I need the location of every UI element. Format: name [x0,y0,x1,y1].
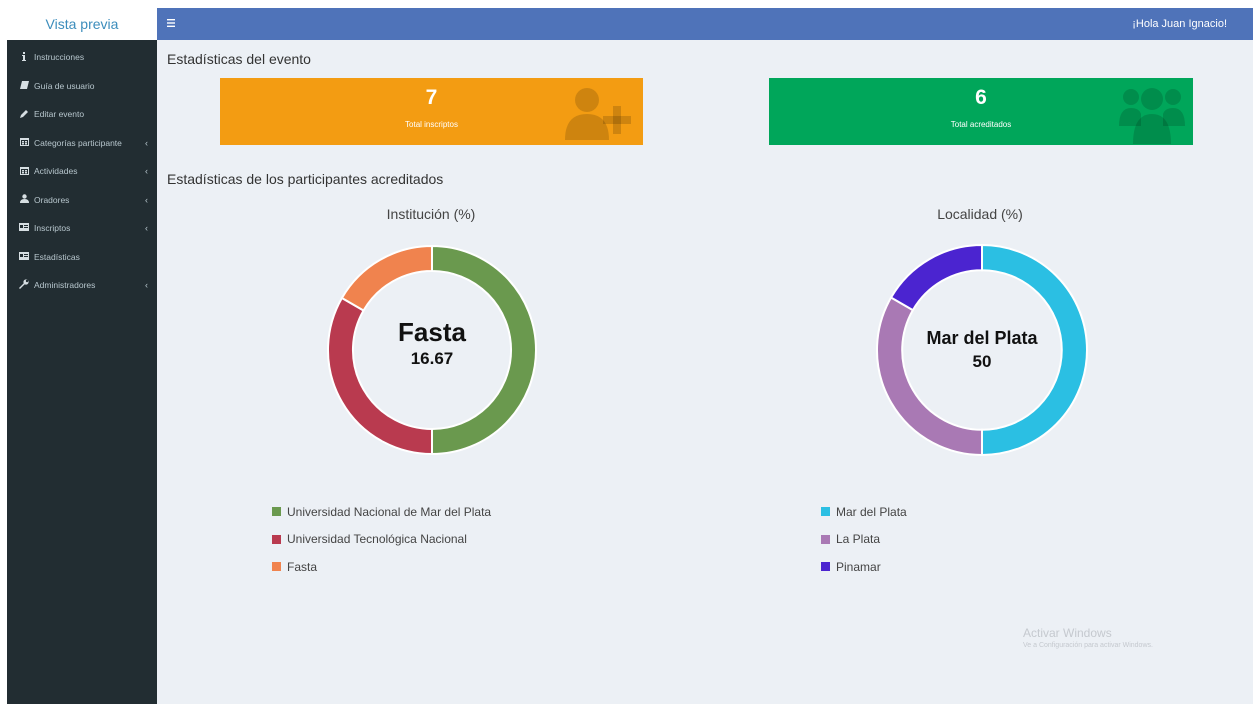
book-icon [18,80,30,91]
legend-label: Universidad Nacional de Mar del Plata [287,504,492,519]
legend-item[interactable]: La Plata [821,526,907,554]
sidebar-item-label: Actividades [34,166,78,177]
watermark-subtitle: Ve a Configuración para activar Windows. [1023,642,1153,649]
donut-slice[interactable] [889,243,983,312]
legend-item[interactable]: Mar del Plata [821,498,907,526]
chevron-left-icon: ‹ [145,223,148,233]
chevron-left-icon: ‹ [145,166,148,176]
sidebar-item-instrucciones[interactable]: Instrucciones [7,43,157,72]
total-inscriptos-box: 7 Total inscriptos [220,78,643,145]
legend-swatch [272,562,281,572]
sidebar-item-label: Administradores [34,280,96,291]
sidebar-item-administradores[interactable]: Administradores ‹ [7,271,157,300]
legend-item[interactable]: Pinamar [821,553,907,581]
id-card-icon [18,251,30,262]
legend-label: Fasta [287,559,318,574]
id-card-icon [18,223,30,233]
chart-institucion-center-label: Fasta [398,317,466,347]
sidebar-item-actividades[interactable]: Actividades ‹ [7,157,157,186]
info-icon [18,51,30,63]
chart-localidad-legend: Mar del Plata La Plata Pinamar [821,498,907,581]
hamburger-icon[interactable] [167,16,175,30]
sidebar-item-label: Instrucciones [34,52,85,63]
user-plus-icon [563,84,635,145]
sidebar-item-label: Inscriptos [34,223,71,234]
chevron-left-icon: ‹ [145,194,148,205]
chart-localidad-center: Mar del Plata 50 [902,328,1062,372]
calendar-icon [18,166,30,177]
sidebar-item-label: Categorías participante [34,137,122,148]
watermark-title: Activar Windows [1023,626,1112,640]
pencil-icon [18,109,30,120]
top-navbar: ¡Hola Juan Ignacio! [157,8,1253,40]
chart-institucion-title: Institución (%) [386,206,476,222]
user-greeting[interactable]: ¡Hola Juan Ignacio! [1132,18,1227,30]
sidebar-item-inscriptos[interactable]: Inscriptos ‹ [7,214,157,243]
sidebar-item-guia[interactable]: Guía de usuario [7,72,157,101]
sidebar-item-label: Editar evento [34,109,85,120]
legend-item[interactable]: Fasta [272,553,491,581]
sidebar-item-estadisticas[interactable]: Estadísticas [7,243,157,272]
legend-swatch [272,507,281,517]
legend-item[interactable]: Universidad Nacional de Mar del Plata [272,498,491,526]
legend-swatch [272,534,281,544]
sidebar-item-label: Oradores [34,194,70,205]
legend-label: Pinamar [836,559,881,574]
sidebar: Vista previa Instrucciones Guía de usuar… [7,8,157,704]
calendar-icon [18,137,30,148]
legend-swatch [821,562,830,572]
sidebar-item-oradores[interactable]: Oradores ‹ [7,186,157,215]
sidebar-menu: Instrucciones Guía de usuario Editar eve… [7,43,157,300]
chart-localidad-title: Localidad (%) [937,206,1023,222]
legend-label: Mar del Plata [836,504,907,519]
legend-item[interactable]: Universidad Tecnológica Nacional [272,526,491,554]
donut-slice[interactable] [340,244,433,312]
sidebar-item-categorias[interactable]: Categorías participante ‹ [7,129,157,158]
user-icon [18,194,30,205]
legend-swatch [821,534,830,544]
sidebar-item-editar-evento[interactable]: Editar evento [7,100,157,129]
legend-swatch [821,507,830,517]
chart-localidad-center-value: 50 [972,352,992,371]
legend-label: La Plata [836,532,881,547]
sidebar-item-label: Estadísticas [34,251,80,262]
chevron-left-icon: ‹ [145,280,148,290]
chart-institucion-center-value: 16.67 [410,349,454,368]
chart-institucion-center: Fasta 16.67 [357,317,507,369]
users-icon [1119,84,1185,145]
windows-activation-watermark: Activar Windows Ve a Configuración para … [1023,626,1153,649]
donut-slice[interactable] [876,296,983,457]
total-acreditados-box: 6 Total acreditados [769,78,1193,145]
chart-localidad-center-label: Mar del Plata [926,328,1038,348]
legend-label: Universidad Tecnológica Nacional [287,532,467,547]
chevron-left-icon: ‹ [145,137,148,148]
chart-institucion-legend: Universidad Nacional de Mar del Plata Un… [272,498,491,581]
brand-logo[interactable]: Vista previa [7,8,157,40]
app-window: Vista previa Instrucciones Guía de usuar… [7,8,1253,704]
wrench-icon [18,279,30,291]
sidebar-item-label: Guía de usuario [34,80,95,91]
event-stats-title: Estadísticas del evento [167,51,311,67]
accredited-stats-title: Estadísticas de los participantes acredi… [167,171,444,187]
